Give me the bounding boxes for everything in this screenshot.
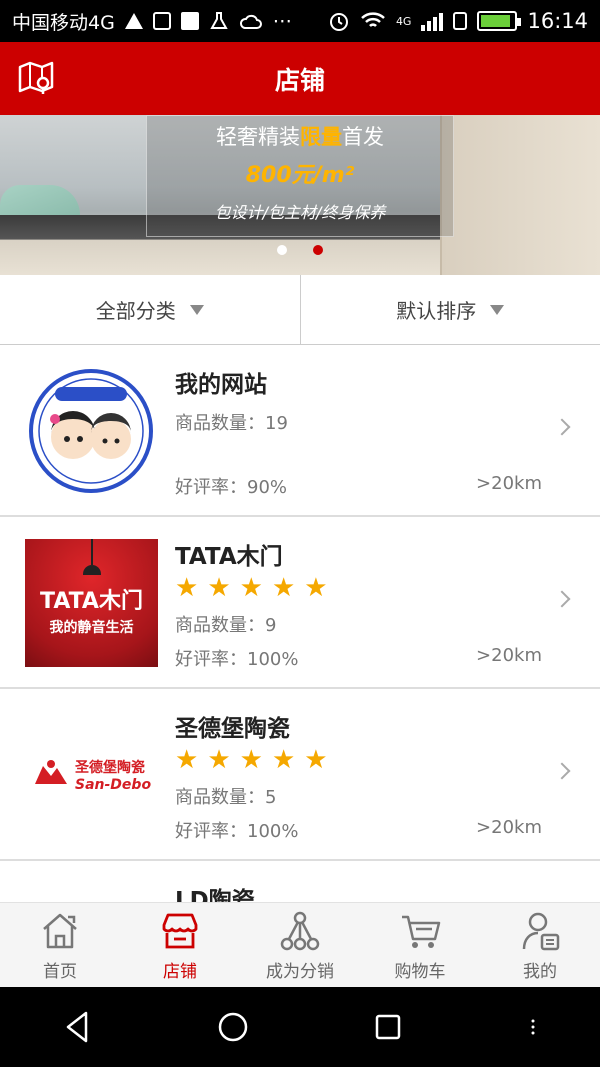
page-title: 店铺 (274, 65, 325, 95)
star-icon: ★ (271, 745, 296, 775)
warning-icon (124, 13, 143, 29)
distance: >20km (476, 645, 542, 666)
star-rating: ★ ★ ★ ★ ★ (175, 747, 328, 773)
carrier-label: 中国移动4G (12, 11, 115, 34)
product-count: 商品数量：9 (175, 615, 277, 636)
tab-distribution[interactable]: 成为分销 (240, 903, 360, 987)
signal-icon (421, 11, 444, 31)
banner-text-panel: 轻奢精装限量首发 800元/m² 包设计/包主材/终身保养 (146, 115, 454, 237)
star-icon: ★ (271, 573, 296, 603)
rating-rate: 好评率：100% (175, 821, 299, 842)
map-icon[interactable] (16, 58, 56, 98)
user-icon (522, 912, 560, 950)
menu-dots-icon[interactable] (523, 1007, 543, 1047)
star-icon: ★ (304, 573, 328, 603)
flask-icon (210, 12, 228, 29)
app-header: 店铺 (0, 42, 600, 115)
filter-bar: 全部分类 默认排序 (0, 275, 600, 345)
sort-filter[interactable]: 默认排序 (299, 275, 600, 344)
tata-logo-text: TATA木门 (40, 589, 143, 614)
star-icon: ★ (304, 745, 328, 775)
tab-home-label: 首页 (43, 961, 77, 982)
image-icon (152, 12, 171, 30)
shop-name: TATA木门 (175, 544, 283, 570)
banner-line1-highlight: 限量 (300, 125, 342, 149)
promo-banner[interactable]: 轻奢精装限量首发 800元/m² 包设计/包主材/终身保养 (0, 115, 600, 275)
chevron-right-icon (553, 418, 571, 436)
star-icon: ★ (175, 745, 199, 775)
cart-icon (402, 915, 441, 948)
san-debo-logo-text: 圣德堡陶瓷 (75, 760, 145, 776)
clock: 16:14 (527, 9, 588, 33)
tab-profile[interactable]: 我的 (480, 903, 600, 987)
home-icon (43, 913, 77, 948)
back-icon[interactable] (58, 1007, 98, 1047)
san-debo-emblem (35, 760, 67, 784)
product-count: 商品数量：19 (175, 413, 288, 434)
shop-item[interactable]: 我的网站 商品数量：19 好评率：90% >20km (0, 345, 600, 517)
star-icon: ★ (239, 573, 263, 603)
cartoon-kids-logo (29, 369, 153, 493)
chevron-right-icon (553, 762, 571, 780)
tab-store[interactable]: 店铺 (120, 903, 240, 987)
youku-icon (180, 12, 199, 30)
caret-down-icon (490, 304, 505, 315)
shop-item[interactable]: 圣德堡陶瓷 San-Debo 圣德堡陶瓷 ★ ★ ★ ★ ★ 商品数量：5 好评… (0, 689, 600, 861)
rating-rate: 好评率：100% (175, 649, 299, 670)
star-icon: ★ (207, 573, 231, 603)
shop-item[interactable]: TATA木门 我的静音生活 TATA木门 ★ ★ ★ ★ ★ 商品数量：9 好评… (0, 517, 600, 689)
tab-cart-label: 购物车 (394, 961, 446, 982)
recents-icon[interactable] (368, 1007, 408, 1047)
wifi-icon (361, 12, 385, 27)
battery-icon (477, 11, 522, 31)
sim-icon (453, 12, 468, 30)
star-rating: ★ ★ ★ ★ ★ (175, 575, 328, 601)
network-icon (280, 911, 320, 950)
tata-logo: TATA木门 我的静音生活 (25, 539, 158, 667)
carousel-dot-2[interactable] (313, 245, 323, 255)
status-bar: 中国移动4G ⋯ 4G 16:14 (0, 0, 600, 42)
distance: >20km (476, 817, 542, 838)
category-filter[interactable]: 全部分类 (0, 275, 300, 344)
tab-home[interactable]: 首页 (0, 903, 120, 987)
star-icon: ★ (239, 745, 263, 775)
tab-store-label: 店铺 (163, 961, 197, 982)
rating-rate: 好评率：90% (175, 477, 288, 498)
chevron-right-icon (553, 590, 571, 608)
san-debo-logo-latin: San-Debo (75, 777, 152, 793)
banner-line1-prefix: 轻奢精装 (216, 125, 300, 149)
distance: >20km (476, 473, 542, 494)
shop-name: 我的网站 (175, 372, 267, 398)
tab-distribution-label: 成为分销 (266, 961, 334, 982)
carousel-dot-1[interactable] (277, 245, 287, 255)
sort-filter-label: 默认排序 (396, 299, 477, 323)
store-icon (162, 913, 198, 948)
star-icon: ★ (207, 745, 231, 775)
product-count: 商品数量：5 (175, 787, 277, 808)
more-icon: ⋯ (272, 10, 292, 32)
tab-cart[interactable]: 购物车 (360, 903, 480, 987)
banner-line1-suffix: 首发 (342, 125, 384, 149)
alarm-icon (329, 13, 348, 31)
shop-name: 圣德堡陶瓷 (175, 716, 290, 742)
banner-tagline: 包设计/包主材/终身保养 (214, 203, 386, 222)
banner-price: 800元/m² (245, 163, 355, 188)
network-label: 4G (395, 14, 412, 28)
cloud-icon (239, 14, 262, 29)
bottom-tab-bar: 首页 店铺 成为分销 购物车 我的 (0, 902, 600, 987)
tata-logo-slogan: 我的静音生活 (49, 620, 134, 636)
star-icon: ★ (175, 573, 199, 603)
tab-profile-label: 我的 (523, 961, 557, 982)
san-debo-logo: 圣德堡陶瓷 San-Debo (25, 711, 158, 839)
cabinet-graphic (440, 115, 600, 275)
caret-down-icon (189, 304, 204, 315)
category-filter-label: 全部分类 (95, 299, 176, 323)
system-nav-bar (0, 987, 600, 1067)
home-circle-icon[interactable] (213, 1007, 253, 1047)
